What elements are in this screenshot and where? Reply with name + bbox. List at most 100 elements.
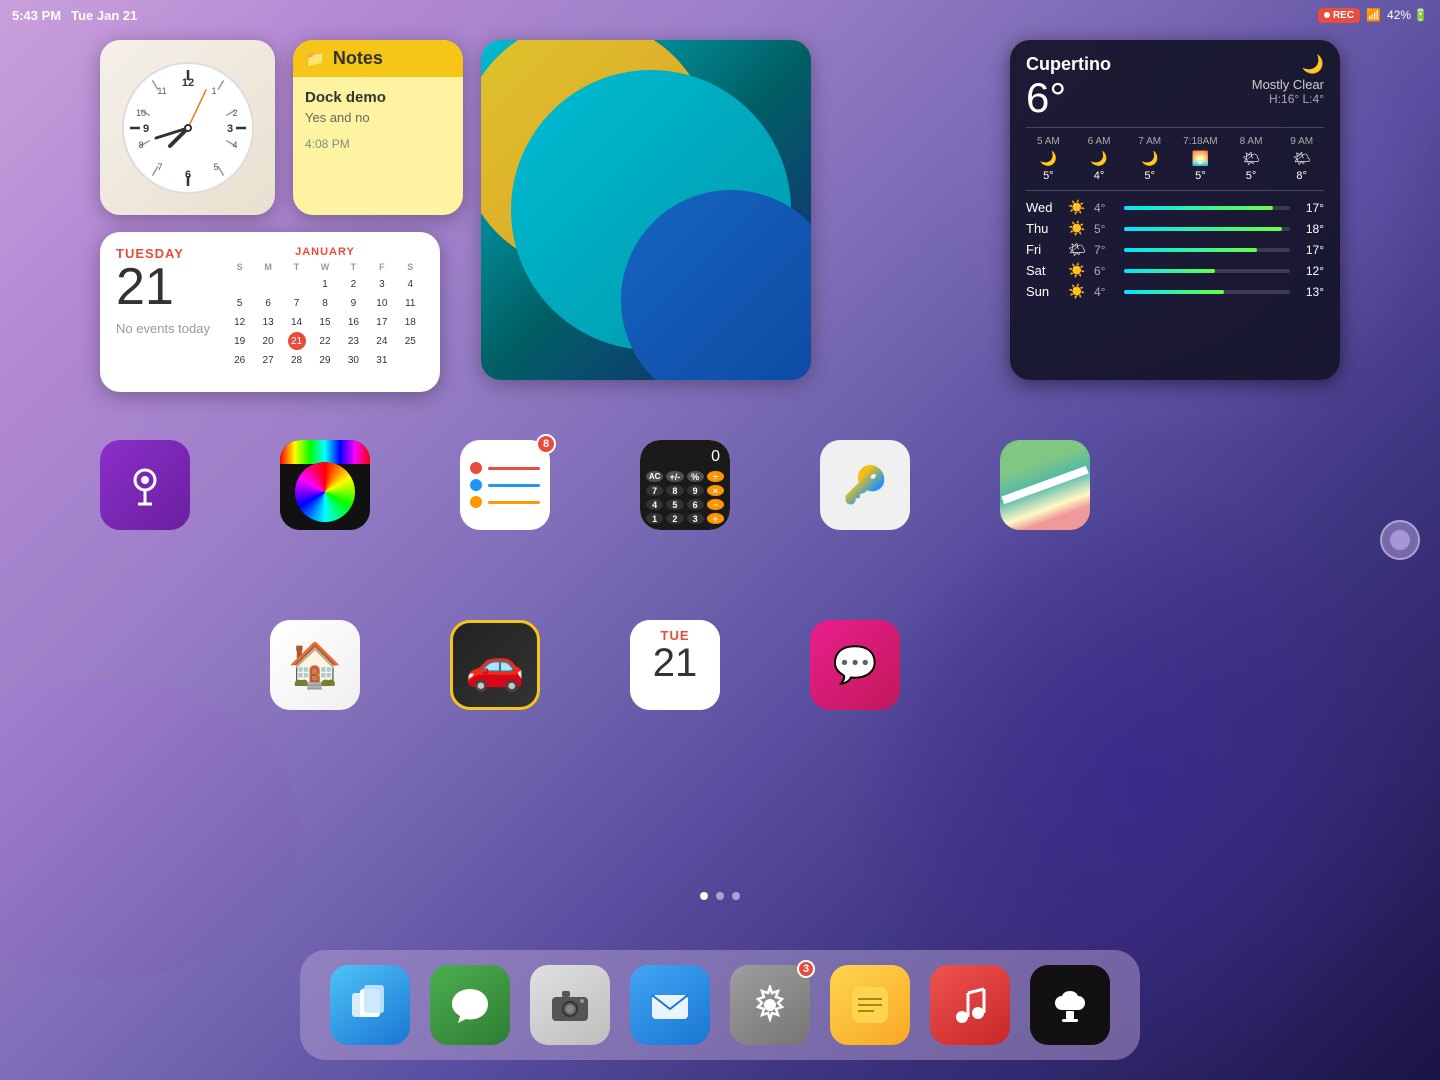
weather-widget[interactable]: Cupertino 🌙 6° Mostly Clear H:16° L:4° 5… <box>1010 40 1340 380</box>
calc-buttons: AC +/- % ÷ 7 8 9 × 4 5 6 − 1 2 3 + <box>646 471 724 524</box>
assistive-inner <box>1390 530 1410 550</box>
page-dots <box>700 892 740 900</box>
svg-text:1: 1 <box>211 86 216 96</box>
weather-divider <box>1026 127 1324 128</box>
forecast-fri: Fri 🌤 7° 17° <box>1026 241 1324 258</box>
page-dot-2[interactable] <box>716 892 724 900</box>
svg-text:5: 5 <box>213 162 218 172</box>
files-icon <box>348 983 392 1027</box>
svg-text:3: 3 <box>226 123 232 135</box>
calendar-left: TUESDAY 21 No events today <box>116 246 210 378</box>
assistive-touch[interactable] <box>1380 520 1420 560</box>
weather-city: Cupertino <box>1026 54 1111 75</box>
svg-text:2: 2 <box>232 108 237 118</box>
cal-sm-num: 21 <box>653 643 698 683</box>
weather-hour-718am: 7:18AM 🌅 5° <box>1178 136 1223 182</box>
weather-hour-9am: 9 AM 🌤 8° <box>1279 136 1324 182</box>
status-right: REC 📶 42% 🔋 <box>1318 8 1428 23</box>
status-bar: 5:43 PM Tue Jan 21 REC 📶 42% 🔋 <box>0 0 1440 30</box>
cal-week-1: 1 2 3 4 <box>226 275 424 293</box>
app-maps[interactable] <box>1000 440 1090 530</box>
cal-week-3: 12 13 14 15 16 17 18 <box>226 313 424 331</box>
reminder-dot-orange <box>470 496 482 508</box>
dock: 3 <box>300 950 1140 1060</box>
svg-text:9: 9 <box>142 123 148 135</box>
calendar-no-events: No events today <box>116 321 210 336</box>
app-speeko[interactable]: 💬 <box>810 620 900 710</box>
calendar-days-of-week: S M T W T F S <box>226 262 424 272</box>
app-home[interactable]: 🏠 <box>270 620 360 710</box>
app-passwords[interactable]: 🔑 <box>820 440 910 530</box>
dock-camera[interactable] <box>530 965 610 1045</box>
forecast-thu: Thu ☀️ 5° 18° <box>1026 220 1324 237</box>
svg-text:10: 10 <box>135 108 145 118</box>
pastel-circle <box>295 462 355 522</box>
maps-bg <box>1000 440 1090 530</box>
weather-hour-7am: 7 AM 🌙 5° <box>1127 136 1172 182</box>
weather-description: Mostly Clear <box>1252 77 1324 92</box>
app-reminders[interactable]: 8 <box>460 440 550 530</box>
notes-note-title: Dock demo <box>305 89 451 106</box>
image-inner <box>481 40 811 380</box>
svg-text:8: 8 <box>138 140 143 150</box>
svg-text:7: 7 <box>157 162 162 172</box>
dock-settings[interactable]: 3 <box>730 965 810 1045</box>
calendar-weeks: 1 2 3 4 5 6 7 8 9 10 11 12 13 14 <box>226 275 424 369</box>
calculator-inner: 0 AC +/- % ÷ 7 8 9 × 4 5 6 − 1 2 3 + <box>640 440 730 530</box>
reminder-line-orange <box>488 501 540 504</box>
clock-widget[interactable]: 12 3 6 9 1 11 2 10 4 8 5 7 <box>100 40 275 215</box>
app-calendar-small[interactable]: TUE 21 <box>630 620 720 710</box>
page-dot-3[interactable] <box>732 892 740 900</box>
podcasts-icon <box>120 460 170 510</box>
calendar-grid: S M T W T F S 1 2 3 4 5 <box>226 262 424 369</box>
cal-week-5: 26 27 28 29 30 31 <box>226 351 424 369</box>
app-pastel[interactable] <box>280 440 370 530</box>
forecast-wed: Wed ☀️ 4° 17° <box>1026 199 1324 216</box>
forecast-sun: Sun ☀️ 4° 13° <box>1026 283 1324 300</box>
svg-text:12: 12 <box>181 77 193 89</box>
app-calculator[interactable]: 0 AC +/- % ÷ 7 8 9 × 4 5 6 − 1 2 3 + <box>640 440 730 530</box>
dock-mail[interactable] <box>630 965 710 1045</box>
apps-row2: 🏠 🚗 TUE 21 💬 <box>270 620 900 710</box>
notes-dock-icon <box>848 983 892 1027</box>
notes-folder-icon: 📁 <box>305 49 325 69</box>
calc-display: 0 <box>646 446 724 468</box>
appletv-icon <box>1048 983 1092 1027</box>
clock-svg: 12 3 6 9 1 11 2 10 4 8 5 7 <box>118 58 258 198</box>
apps-row1: 8 0 AC +/- % ÷ 7 8 <box>100 440 1090 530</box>
page-dot-1[interactable] <box>700 892 708 900</box>
calendar-widget[interactable]: TUESDAY 21 No events today JANUARY S M T… <box>100 232 440 392</box>
notes-body: Dock demo Yes and no 4:08 PM <box>293 77 463 163</box>
dock-messages[interactable] <box>430 965 510 1045</box>
pastel-ruler <box>280 440 370 464</box>
maps-road <box>1001 466 1088 504</box>
weather-temp-row: 6° Mostly Clear H:16° L:4° <box>1026 77 1324 119</box>
app-podcasts[interactable] <box>100 440 190 530</box>
dock-appletv[interactable] <box>1030 965 1110 1045</box>
car-icon: 🚗 <box>465 637 525 694</box>
home-icon: 🏠 <box>288 639 343 691</box>
reminder-dot-blue <box>470 479 482 491</box>
dock-files[interactable] <box>330 965 410 1045</box>
weather-hour-6am: 6 AM 🌙 4° <box>1077 136 1122 182</box>
reminder-line-blue <box>488 484 540 487</box>
reminders-inner <box>460 452 550 518</box>
reminder-item-3 <box>470 496 540 508</box>
music-icon <box>948 983 992 1027</box>
weather-divider2 <box>1026 190 1324 191</box>
app-road-rush[interactable]: 🚗 <box>450 620 540 710</box>
weather-high-low: H:16° L:4° <box>1252 92 1324 106</box>
settings-badge: 3 <box>797 960 815 978</box>
messages-icon <box>448 983 492 1027</box>
camera-icon <box>548 983 592 1027</box>
dock-notes-app[interactable] <box>830 965 910 1045</box>
weather-temperature: 6° <box>1026 77 1066 119</box>
rec-badge: REC <box>1318 8 1360 23</box>
svg-text:4: 4 <box>232 140 237 150</box>
weather-desc-col: Mostly Clear H:16° L:4° <box>1252 77 1324 106</box>
reminders-badge: 8 <box>536 434 556 454</box>
notes-widget[interactable]: 📁 Notes Dock demo Yes and no 4:08 PM <box>293 40 463 215</box>
dock-music[interactable] <box>930 965 1010 1045</box>
reminder-item-2 <box>470 479 540 491</box>
settings-icon <box>750 985 790 1025</box>
